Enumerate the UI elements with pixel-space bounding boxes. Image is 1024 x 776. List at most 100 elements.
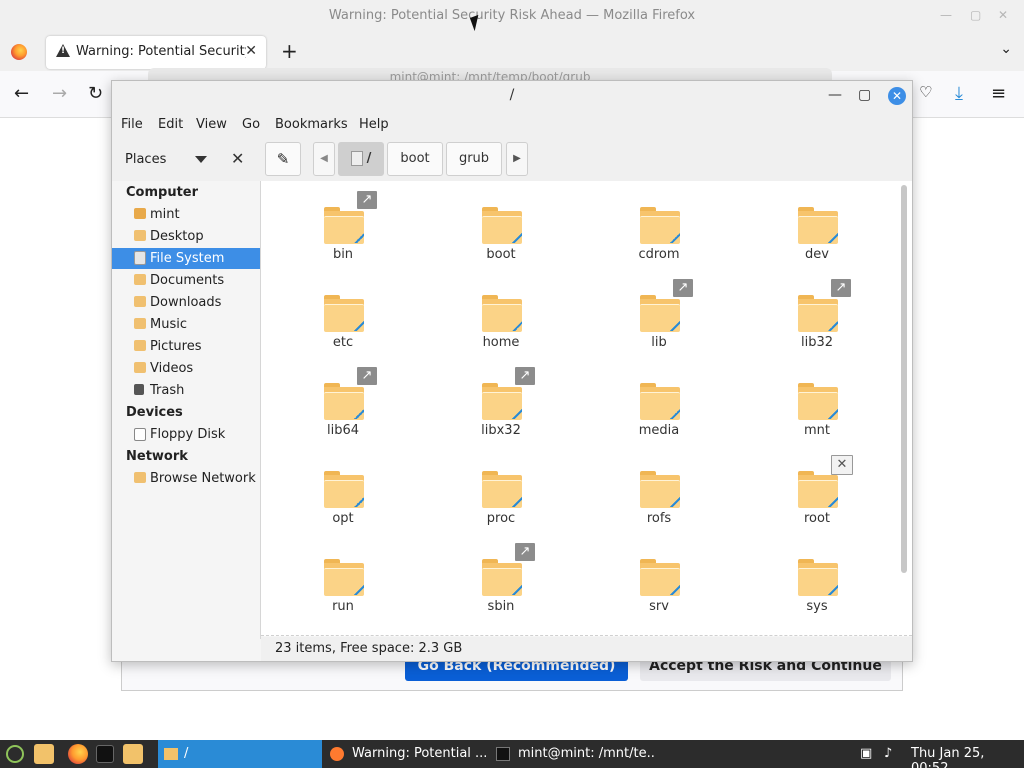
download-icon[interactable]: ⤓ — [955, 83, 963, 104]
file-item-sys[interactable]: sys — [757, 533, 877, 614]
file-item-proc[interactable]: proc — [441, 445, 561, 526]
file-grid: ↗ bin boot cdrom dev etc home ↗ lib ↗ lib32 ↗ lib64 ↗… — [261, 181, 912, 636]
file-item-srv[interactable]: srv — [599, 533, 719, 614]
file-grid-scrollbar[interactable] — [901, 185, 907, 573]
symlink-arrow-icon: ↗ — [673, 279, 693, 297]
file-item-run[interactable]: run — [283, 533, 403, 614]
file-item-label: boot — [486, 247, 516, 262]
file-item-home[interactable]: home — [441, 269, 561, 350]
sidebar-item-videos[interactable]: Videos — [112, 358, 260, 379]
firefox-logo-icon[interactable] — [11, 44, 27, 60]
menu-file[interactable]: File — [121, 117, 143, 132]
files-launcher-icon[interactable] — [34, 744, 54, 764]
warning-icon — [56, 44, 70, 57]
minimize-icon[interactable]: — — [828, 87, 842, 103]
breadcrumb-right-arrow-icon[interactable]: ▶ — [506, 142, 528, 176]
sidebar-item-label: Floppy Disk — [150, 427, 226, 442]
menu-edit[interactable]: Edit — [158, 117, 183, 132]
tab-list-chevron-icon[interactable]: ⌄ — [1000, 41, 1012, 57]
menu-bookmarks[interactable]: Bookmarks — [275, 117, 348, 132]
tab-close-icon[interactable]: ✕ — [245, 43, 257, 59]
reload-icon[interactable]: ↻ — [88, 83, 103, 104]
file-item-mnt[interactable]: mnt — [757, 357, 877, 438]
sidebar-item-documents[interactable]: Documents — [112, 270, 260, 291]
sidebar-item-label: Downloads — [150, 295, 222, 310]
file-item-label: proc — [486, 511, 516, 526]
breadcrumb-grub[interactable]: grub — [446, 142, 502, 176]
file-item-opt[interactable]: opt — [283, 445, 403, 526]
sidebar-item-mint[interactable]: mint — [112, 204, 260, 225]
sidebar-item-label: Trash — [150, 383, 185, 398]
folder-icon — [640, 295, 680, 332]
file-item-lib[interactable]: ↗ lib — [599, 269, 719, 350]
folder-icon — [640, 207, 680, 244]
file-item-lib64[interactable]: ↗ lib64 — [283, 357, 403, 438]
pocket-icon[interactable]: ♡ — [919, 83, 932, 101]
sidebar-item-file-system[interactable]: File System — [112, 248, 260, 269]
folder-icon — [324, 559, 364, 596]
file-item-dev[interactable]: dev — [757, 181, 877, 262]
symlink-arrow-icon: ↗ — [515, 367, 535, 385]
menu-hamburger-icon[interactable]: ≡ — [991, 83, 1006, 104]
maximize-icon[interactable]: ▢ — [970, 8, 981, 22]
close-icon[interactable]: ✕ — [888, 87, 906, 105]
sidebar-item-browse-network[interactable]: Browse Network — [112, 468, 260, 489]
sidebar-item-label: Videos — [150, 361, 194, 376]
notifications-icon[interactable]: ▣ — [860, 746, 872, 761]
file-item-media[interactable]: media — [599, 357, 719, 438]
sidebar-item-downloads[interactable]: Downloads — [112, 292, 260, 313]
file-item-sbin[interactable]: ↗ sbin — [441, 533, 561, 614]
side-pane-selector[interactable]: Places — [125, 152, 166, 167]
taskbar-window-files[interactable]: / — [158, 740, 322, 768]
folder-launcher-icon[interactable] — [123, 744, 143, 764]
taskbar-window-label: mint@mint: /mnt/te... — [518, 746, 654, 761]
maximize-icon[interactable]: ▢ — [858, 87, 871, 103]
close-side-pane-icon[interactable]: ✕ — [231, 149, 244, 168]
file-item-label: mnt — [804, 423, 830, 438]
mint-menu-icon[interactable] — [6, 745, 24, 763]
sidebar-item-trash[interactable]: Trash — [112, 380, 260, 401]
edit-location-pencil-icon[interactable]: ✎ — [265, 142, 301, 176]
folder-icon — [798, 559, 838, 596]
minimize-icon[interactable]: — — [940, 8, 952, 22]
file-item-label: lib — [651, 335, 667, 350]
file-item-libx32[interactable]: ↗ libx32 — [441, 357, 561, 438]
firefox-launcher-icon[interactable] — [68, 744, 88, 764]
sidebar-item-label: File System — [150, 251, 225, 266]
terminal-launcher-icon[interactable] — [96, 745, 114, 763]
sidebar-item-floppy-disk[interactable]: Floppy Disk — [112, 424, 260, 445]
new-tab-button[interactable]: + — [281, 39, 298, 63]
back-arrow-icon[interactable]: ← — [14, 83, 29, 104]
menu-help[interactable]: Help — [359, 117, 389, 132]
clock[interactable]: Thu Jan 25, 00:52 — [911, 746, 1024, 776]
sidebar-item-music[interactable]: Music — [112, 314, 260, 335]
file-item-boot[interactable]: boot — [441, 181, 561, 262]
file-item-label: etc — [332, 335, 354, 350]
chevron-down-icon[interactable] — [195, 156, 207, 163]
close-icon[interactable]: ✕ — [998, 8, 1008, 22]
breadcrumb-boot[interactable]: boot — [387, 142, 443, 176]
taskbar-window-terminal[interactable]: mint@mint: /mnt/te... — [494, 740, 654, 768]
firefox-tab[interactable]: Warning: Potential Security Risk Ahead ✕ — [46, 36, 266, 69]
sidebar-item-desktop[interactable]: Desktop — [112, 226, 260, 247]
taskbar-window-firefox[interactable]: Warning: Potential ... — [326, 740, 486, 768]
file-item-cdrom[interactable]: cdrom — [599, 181, 719, 262]
file-manager-title: / — [509, 87, 515, 103]
menu-view[interactable]: View — [196, 117, 227, 132]
trash-icon — [134, 384, 144, 395]
sidebar-item-pictures[interactable]: Pictures — [112, 336, 260, 357]
documents-folder-icon — [134, 274, 146, 285]
folder-icon — [324, 471, 364, 508]
volume-icon[interactable]: ♪ — [884, 746, 892, 761]
file-item-etc[interactable]: etc — [283, 269, 403, 350]
terminal-icon — [496, 746, 510, 761]
file-item-root[interactable]: ✕ root — [757, 445, 877, 526]
menu-go[interactable]: Go — [242, 117, 260, 132]
file-item-bin[interactable]: ↗ bin — [283, 181, 403, 262]
file-item-rofs[interactable]: rofs — [599, 445, 719, 526]
breadcrumb-left-arrow-icon[interactable]: ◀ — [313, 142, 335, 176]
breadcrumb-root[interactable]: / — [338, 142, 384, 176]
forward-arrow-icon[interactable]: → — [52, 83, 67, 104]
status-text: 23 items, Free space: 2.3 GB — [275, 641, 463, 656]
file-item-lib32[interactable]: ↗ lib32 — [757, 269, 877, 350]
